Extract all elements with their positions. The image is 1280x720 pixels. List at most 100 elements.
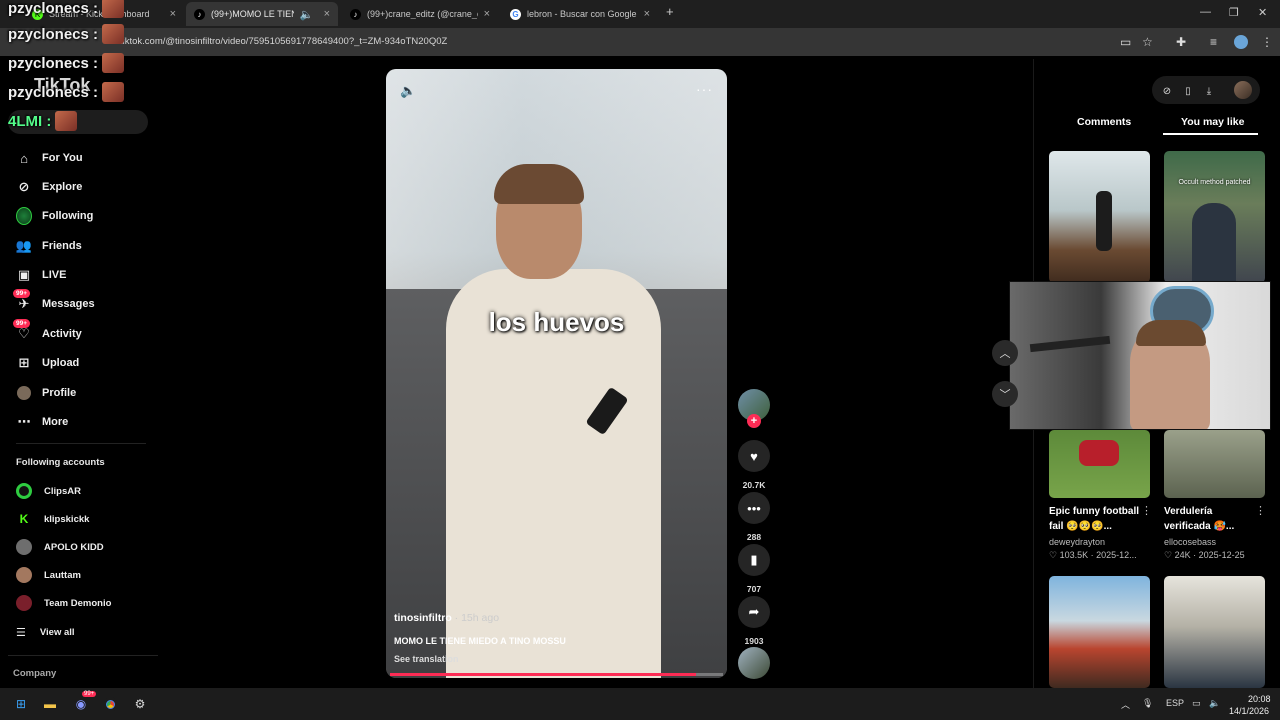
clock-date[interactable]: 14/1/2026 [1229, 706, 1269, 716]
tab-you-may-like[interactable]: You may like [1181, 116, 1244, 128]
new-tab-button[interactable]: + [666, 4, 674, 19]
like-count: 20.7K [742, 480, 766, 490]
video-thumbnail[interactable] [1049, 576, 1150, 688]
like-action: ♥ 20.7K [738, 440, 770, 490]
speaker-icon[interactable]: 🔈 [300, 8, 314, 21]
following-account-apolo-kidd[interactable]: APOLO KIDD [16, 539, 104, 555]
kebab-menu-icon[interactable]: ⋮ [1141, 504, 1152, 517]
chat-emote-icon [55, 111, 78, 131]
profile-avatar-icon [16, 385, 32, 401]
notification-badge: 99+ [82, 691, 97, 697]
network-icon[interactable]: ▭ [1192, 698, 1201, 709]
see-translation-link[interactable]: See translation [394, 654, 459, 664]
tab-tiktok-video[interactable]: ♪ (99+)MOMO LE TIENE MIED 🔈 × [186, 2, 338, 26]
nav-activity[interactable]: ♡ 99+ Activity [13, 319, 82, 342]
view-all-link[interactable]: ☰ View all [16, 626, 75, 639]
phone-icon[interactable]: ▯ [1178, 81, 1198, 101]
comment-count: 288 [746, 532, 762, 542]
file-explorer-icon[interactable]: ▬ [41, 695, 59, 713]
follow-button[interactable]: + [747, 414, 761, 428]
chevron-up-icon[interactable]: ︿ [992, 340, 1018, 366]
url-field[interactable]: tiktok.com/@tinosinfiltro/video/75951056… [120, 36, 447, 47]
discord-icon[interactable]: ◉ 99+ [72, 691, 97, 713]
compass-icon[interactable]: ⊘ [1157, 81, 1177, 101]
chat-username: pzyclonecs : [8, 83, 99, 101]
clock-time[interactable]: 20:08 [1248, 694, 1271, 704]
language-indicator[interactable]: ESP [1166, 698, 1184, 708]
bookmark-icon[interactable]: ▮ [738, 544, 770, 576]
volume-icon[interactable]: 🔈 [400, 83, 416, 99]
chat-emote-icon [102, 0, 125, 18]
minimize-button[interactable]: — [1200, 6, 1211, 18]
video-title[interactable]: Epic funny football fail 🥺🥺🥺... [1049, 504, 1139, 534]
video-thumbnail[interactable] [1049, 151, 1150, 283]
comment-icon[interactable]: ••• [738, 492, 770, 524]
activity-icon: ♡ 99+ [13, 319, 32, 342]
nav-upload[interactable]: ⊞ Upload [16, 355, 80, 371]
video-caption-overlay: los huevos [488, 307, 625, 337]
tab-comments[interactable]: Comments [1077, 116, 1131, 128]
close-icon[interactable]: × [324, 8, 330, 20]
nav-messages[interactable]: ✈ 99+ Messages [13, 289, 95, 312]
nav-live[interactable]: ▣ LIVE [16, 267, 67, 283]
compass-icon: ⊘ [18, 179, 30, 194]
cast-icon[interactable]: ▭ [1120, 35, 1131, 49]
share-icon[interactable]: ➦ [738, 596, 770, 628]
restore-button[interactable]: ❐ [1229, 6, 1239, 19]
google-icon: G [510, 8, 521, 20]
following-account-team-demonio[interactable]: Team Demonio [16, 595, 111, 611]
video-progress-bar[interactable] [390, 673, 723, 676]
app-icon[interactable]: ⚙ [131, 695, 149, 713]
company-link[interactable]: Company [13, 668, 56, 679]
more-options-icon[interactable]: ··· [696, 81, 713, 97]
nav-more[interactable]: ⋯ More [16, 414, 69, 430]
close-icon[interactable]: × [484, 8, 490, 20]
video-player[interactable]: los huevos 🔈 ··· tinosinfiltro · 15h ago… [386, 69, 727, 678]
chevron-down-icon[interactable]: ﹀ [992, 381, 1018, 407]
microphone-arm [1029, 335, 1111, 353]
following-account-clipsar[interactable]: ClipsAR [16, 483, 81, 499]
kebab-menu-icon[interactable]: ⋮ [1261, 35, 1273, 49]
video-thumbnail[interactable] [1164, 576, 1265, 688]
close-icon[interactable]: × [170, 8, 176, 20]
tiktok-icon: ♪ [194, 8, 205, 20]
heart-icon[interactable]: ♥ [738, 440, 770, 472]
download-icon[interactable]: ⤓ [1199, 81, 1219, 101]
divider [8, 655, 158, 656]
nav-for-you[interactable]: ⌂ For You [16, 150, 82, 166]
video-author[interactable]: deweydrayton [1049, 537, 1105, 547]
chevron-up-icon[interactable]: ︿ [1121, 698, 1130, 711]
following-account-lauttam[interactable]: Lauttam [16, 567, 81, 583]
volume-icon[interactable]: 🔈 [1209, 698, 1220, 709]
list-icon: ☰ [16, 627, 26, 639]
video-thumbnail[interactable]: Occult method patched [1164, 151, 1265, 283]
avatar [16, 539, 32, 555]
bookmark-star-icon[interactable]: ☆ [1142, 35, 1153, 49]
video-author[interactable]: tinosinfiltro · 15h ago [394, 612, 499, 624]
video-thumbnail[interactable] [1049, 430, 1150, 498]
nav-following[interactable]: Following [16, 207, 93, 225]
profile-avatar-icon[interactable] [1234, 81, 1252, 99]
nav-profile[interactable]: Profile [16, 385, 76, 401]
next-video-avatar[interactable] [738, 647, 770, 679]
tab-google-search[interactable]: G lebron - Buscar con Google × [502, 2, 658, 26]
microphone-icon[interactable]: 🎙 [1142, 698, 1153, 709]
extensions-icon[interactable]: ✚ [1176, 35, 1186, 49]
chat-message: 4LMI : [8, 111, 78, 131]
following-account-klipskickk[interactable]: K klipskickk [16, 511, 89, 527]
nav-friends[interactable]: 👥 Friends [16, 238, 82, 254]
streamer-hair [1136, 320, 1206, 346]
chrome-icon[interactable] [101, 695, 119, 713]
video-thumbnail[interactable] [1164, 430, 1265, 498]
close-window-button[interactable]: ✕ [1258, 6, 1267, 19]
video-title[interactable]: Verdulería verificada 🥵... [1164, 504, 1234, 534]
close-icon[interactable]: × [644, 8, 650, 20]
video-author[interactable]: ellocosebass [1164, 537, 1216, 547]
video-stats: ♡ 103.5K · 2025-12... [1049, 550, 1137, 560]
profile-avatar-icon[interactable] [1234, 35, 1248, 49]
windows-start-icon[interactable]: ⊞ [12, 695, 30, 713]
kebab-menu-icon[interactable]: ⋮ [1255, 504, 1266, 517]
tab-crane-editz[interactable]: ♪ (99+)crane_editz (@crane_edit: × [342, 2, 498, 26]
nav-explore[interactable]: ⊘ Explore [16, 179, 83, 195]
media-icon[interactable]: ≡ [1210, 35, 1217, 49]
